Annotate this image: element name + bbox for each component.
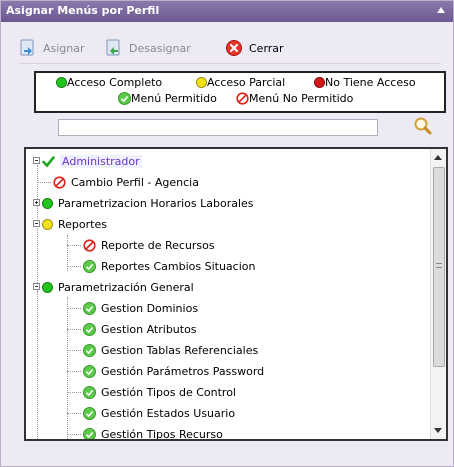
scrollbar-thumb[interactable] — [433, 167, 445, 367]
assign-icon — [20, 39, 34, 56]
not-allowed-icon — [236, 92, 249, 105]
tree-node-label: Gestión Tipos de Control — [101, 385, 236, 399]
legend-partial-access-label: Acceso Parcial — [207, 76, 286, 89]
allowed-icon — [83, 259, 96, 273]
tree-connector — [67, 413, 81, 414]
tree-node-label: Parametrizacion Horarios Laborales — [58, 196, 254, 210]
tree-node-label: Gestion Atributos — [101, 322, 197, 336]
menu-tree: Administrador Cambio Perfil - Agencia Pa… — [24, 147, 448, 441]
assign-label: Asignar — [43, 41, 85, 55]
legend-menu-allowed: Menú Permitido — [118, 92, 217, 105]
allowed-icon — [83, 406, 96, 420]
legend-menu-allowed-label: Menú Permitido — [131, 92, 217, 105]
tree-connector — [67, 434, 81, 435]
tree-connector — [37, 182, 51, 183]
search-input[interactable] — [58, 119, 378, 136]
tree-connector — [67, 350, 81, 351]
close-label: Cerrar — [249, 41, 284, 55]
tree-connector — [67, 245, 81, 246]
tree-node-administrador[interactable]: Administrador — [42, 152, 142, 170]
title-bar: Asignar Menús por Perfil — [1, 1, 453, 22]
green-dot-icon — [56, 77, 67, 88]
legend-full-access-label: Acceso Completo — [67, 76, 163, 89]
allowed-icon — [83, 364, 96, 378]
collapse-toggle-reportes[interactable] — [33, 220, 40, 227]
tree-node[interactable]: Parametrización General — [42, 278, 194, 296]
tree-connector — [67, 308, 81, 309]
tree-node-label: Reporte de Recursos — [101, 238, 215, 252]
tree-connector — [37, 165, 38, 291]
collapse-toggle-administrador[interactable] — [33, 157, 40, 164]
allowed-icon — [83, 427, 96, 439]
tree-connector — [67, 297, 68, 439]
tree-connector — [67, 266, 81, 267]
tree-connector — [37, 291, 38, 439]
tree-node[interactable]: Gestión Tipos Recurso — [83, 425, 223, 441]
legend-no-access-label: No Tiene Acceso — [325, 76, 416, 89]
tree-node[interactable]: Reportes — [42, 215, 107, 233]
tree-scrollbar[interactable] — [430, 149, 446, 439]
green-dot-icon — [42, 197, 53, 209]
scroll-down-arrow-icon[interactable] — [434, 428, 442, 433]
tree-node[interactable]: Gestión Tipos de Control — [83, 383, 236, 401]
tree-node-label: Gestión Estados Usuario — [101, 406, 236, 420]
tree-connector — [67, 392, 81, 393]
legend-partial-access: Acceso Parcial — [196, 76, 285, 89]
unassign-button[interactable]: Desasignar — [105, 37, 191, 59]
unassign-icon — [106, 39, 120, 56]
tree-node[interactable]: Gestion Tablas Referenciales — [83, 341, 258, 359]
tree-node[interactable]: Reportes Cambios Situacion — [83, 257, 255, 275]
yellow-dot-icon — [196, 77, 207, 88]
panel-title: Asignar Menús por Perfil — [6, 4, 160, 17]
tree-connector — [67, 329, 81, 330]
tree-connector — [67, 371, 81, 372]
not-allowed-icon — [53, 175, 66, 189]
tree-node-label: Reportes Cambios Situacion — [101, 259, 256, 273]
tree-node-label: Gestion Tablas Referenciales — [101, 343, 259, 357]
tree-node[interactable]: Parametrizacion Horarios Laborales — [42, 194, 254, 212]
tree-node[interactable]: Reporte de Recursos — [83, 236, 215, 254]
tree-node-label: Gestion Dominios — [101, 301, 199, 315]
allowed-icon — [83, 301, 96, 315]
search-icon[interactable] — [413, 116, 433, 136]
tree-node-label: Parametrización General — [58, 280, 194, 294]
allowed-icon — [83, 385, 96, 399]
assign-menus-panel: Asignar Menús por Perfil Asignar Desasig… — [0, 0, 454, 467]
allowed-icon — [83, 322, 96, 336]
tree-node-label: Gestión Tipos Recurso — [101, 427, 223, 441]
scroll-up-arrow-icon[interactable] — [434, 155, 442, 160]
close-button[interactable]: Cerrar — [225, 37, 284, 59]
tree-node-label: Cambio Perfil - Agencia — [71, 175, 199, 189]
collapse-toggle-parametrizacion-general[interactable] — [33, 283, 40, 290]
tree-node[interactable]: Gestion Atributos — [83, 320, 197, 338]
tree-node[interactable]: Gestion Dominios — [83, 299, 198, 317]
legend-full-access: Acceso Completo — [56, 76, 162, 89]
red-dot-icon — [314, 77, 325, 88]
allowed-icon — [83, 343, 96, 357]
tree-node-label: Administrador — [60, 154, 142, 168]
allowed-icon — [118, 92, 131, 105]
collapse-icon[interactable] — [437, 7, 445, 13]
check-icon — [42, 155, 55, 167]
grip-icon — [436, 263, 442, 268]
tree-node-label: Gestión Parámetros Password — [101, 364, 265, 378]
tree-node[interactable]: Gestión Parámetros Password — [83, 362, 264, 380]
expand-toggle-horarios[interactable] — [33, 199, 40, 206]
tree-node[interactable]: Cambio Perfil - Agencia — [53, 173, 199, 191]
toolbar: Asignar Desasignar Cerrar — [19, 35, 441, 64]
green-dot-icon — [42, 281, 53, 293]
tree-node[interactable]: Gestión Estados Usuario — [83, 404, 235, 422]
tree-node-label: Reportes — [58, 217, 107, 231]
legend-no-access: No Tiene Acceso — [314, 76, 416, 89]
legend-menu-not-allowed-label: Menú No Permitido — [249, 92, 354, 105]
not-allowed-icon — [83, 238, 96, 252]
close-icon — [226, 40, 242, 56]
legend-menu-not-allowed: Menú No Permitido — [236, 92, 353, 105]
unassign-label: Desasignar — [129, 41, 191, 55]
legend: Acceso Completo Acceso Parcial No Tiene … — [34, 71, 446, 113]
yellow-dot-icon — [42, 218, 53, 230]
assign-button[interactable]: Asignar — [19, 37, 85, 59]
